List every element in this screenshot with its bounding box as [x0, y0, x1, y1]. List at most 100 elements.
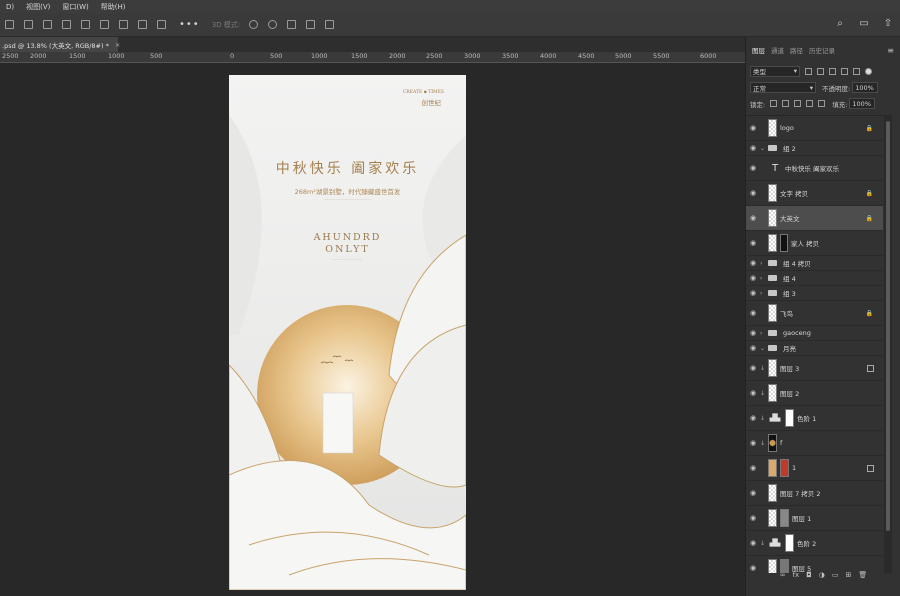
layer-row[interactable]: ◉ 图层 7 拷贝 2 [746, 481, 883, 506]
blend-mode-select[interactable]: 正常 ▾ [750, 82, 816, 93]
distribute-h-icon[interactable] [138, 20, 147, 29]
layers-scrollbar[interactable] [884, 115, 892, 573]
share-icon[interactable]: ⇧ [882, 18, 894, 30]
roll-3d-icon[interactable] [268, 20, 278, 29]
scrollbar-thumb[interactable] [886, 121, 890, 531]
chevron-down-icon[interactable]: ⌄ [760, 345, 768, 352]
layer-row[interactable]: ◉ 飞鸟 🔒 [746, 301, 883, 326]
group-row[interactable]: ◉ › 组 4 [746, 271, 883, 286]
link-icon[interactable]: ∞ [780, 571, 786, 579]
chevron-down-icon[interactable]: ⌄ [760, 145, 768, 152]
group-row[interactable]: ◉ ⌄ 月亮 [746, 341, 883, 356]
mask-icon[interactable]: ◘ [806, 571, 812, 579]
tab-history[interactable]: 历史记录 [809, 45, 835, 55]
fx-icon[interactable]: fx [793, 571, 800, 579]
orbit-3d-icon[interactable] [249, 20, 259, 29]
layer-row[interactable]: ◉ ↓ 图层 3 [746, 356, 883, 381]
eye-icon[interactable]: ◉ [746, 289, 760, 297]
align-right-icon[interactable] [43, 20, 52, 29]
menu-item-edit[interactable]: D) [6, 3, 14, 11]
poster-canvas[interactable]: CREATE ▪ TIMES 创世纪 中秋快乐 阖家欢乐 268m²湖景别墅，时… [229, 75, 466, 590]
menu-item-help[interactable]: 帮助(H) [101, 2, 126, 12]
layer-row[interactable]: ◉ T 中秋快乐 阖家欢乐 [746, 156, 883, 181]
tab-layers[interactable]: 图层 [752, 45, 765, 55]
layer-row[interactable]: ◉ 家人 拷贝 [746, 231, 883, 256]
eye-icon[interactable]: ◉ [746, 164, 760, 172]
tab-channels[interactable]: 通道 [771, 45, 784, 55]
eye-icon[interactable]: ◉ [746, 259, 760, 267]
scale-3d-icon[interactable] [325, 20, 335, 29]
layer-row[interactable]: ◉ 图层 1 [746, 506, 883, 531]
align-middle-icon[interactable] [81, 20, 90, 29]
layer-row-selected[interactable]: ◉ 大英文 🔒 [746, 206, 883, 231]
eye-icon[interactable]: ◉ [746, 329, 760, 337]
eye-icon[interactable]: ◉ [746, 274, 760, 282]
new-group-icon[interactable]: ▭ [832, 571, 839, 579]
filter-pixel-icon[interactable] [805, 67, 812, 75]
eye-icon[interactable]: ◉ [746, 364, 760, 372]
group-row[interactable]: ◉ › 组 4 拷贝 [746, 256, 883, 271]
align-left-icon[interactable] [5, 20, 14, 29]
eye-icon[interactable]: ◉ [746, 539, 760, 547]
chevron-right-icon[interactable]: › [760, 290, 768, 297]
lock-all-icon[interactable] [818, 100, 826, 107]
eye-icon[interactable]: ◉ [746, 439, 760, 447]
eye-icon[interactable]: ◉ [746, 414, 760, 422]
filter-toggle-icon[interactable] [865, 67, 872, 75]
layer-filter-select[interactable]: 类型 ▾ [750, 65, 800, 77]
layer-row[interactable]: ◉ ↓ ▟▙ 色阶 2 [746, 531, 883, 556]
layer-row[interactable]: ◉ ↓ 图层 2 [746, 381, 883, 406]
distribute-v-icon[interactable] [157, 20, 166, 29]
eye-icon[interactable]: ◉ [746, 189, 760, 197]
pan-3d-icon[interactable] [287, 20, 297, 29]
group-row[interactable]: ◉ ⌄ 组 2 [746, 141, 883, 156]
menu-item-window[interactable]: 窗口(W) [62, 2, 88, 12]
layer-row[interactable]: ◉ logo 🔒 [746, 116, 883, 141]
chevron-right-icon[interactable]: › [760, 260, 768, 267]
distribute-icon[interactable] [119, 20, 128, 29]
eye-icon[interactable]: ◉ [746, 489, 760, 497]
filter-adjust-icon[interactable] [817, 67, 824, 75]
lock-transparent-icon[interactable] [770, 100, 778, 107]
eye-icon[interactable]: ◉ [746, 344, 760, 352]
fill-field[interactable]: 100% [849, 98, 876, 109]
eye-icon[interactable]: ◉ [746, 389, 760, 397]
chevron-right-icon[interactable]: › [760, 275, 768, 282]
trash-icon[interactable]: 🗑 [858, 571, 867, 579]
eye-icon[interactable]: ◉ [746, 239, 760, 247]
workspace-icon[interactable]: ▭ [858, 18, 870, 30]
search-icon[interactable]: ⌕ [834, 18, 846, 30]
chevron-right-icon[interactable]: › [760, 330, 768, 337]
lock-move-icon[interactable] [794, 100, 802, 107]
align-bottom-icon[interactable] [100, 20, 109, 29]
lock-paint-icon[interactable] [782, 100, 790, 107]
more-options-icon[interactable]: ••• [179, 19, 200, 30]
align-top-icon[interactable] [62, 20, 71, 29]
filter-text-icon[interactable] [829, 67, 836, 75]
document-tab[interactable]: .psd @ 13.8% (大英文, RGB/8#) * × [0, 37, 120, 52]
layer-row[interactable]: ◉ ↓ f [746, 431, 883, 456]
tab-paths[interactable]: 路径 [790, 45, 803, 55]
layer-row[interactable]: ◉ 文字 拷贝 🔒 [746, 181, 883, 206]
panel-menu-icon[interactable]: ≡ [887, 46, 894, 55]
layer-row[interactable]: ◉ ↓ ▟▙ 色阶 1 [746, 406, 883, 431]
eye-icon[interactable]: ◉ [746, 124, 760, 132]
adjustment-icon[interactable]: ◑ [819, 571, 825, 579]
eye-icon[interactable]: ◉ [746, 144, 760, 152]
menu-item-view[interactable]: 视图(V) [26, 2, 50, 12]
filter-shape-icon[interactable] [841, 67, 848, 75]
group-row[interactable]: ◉ › 组 3 [746, 286, 883, 301]
layer-row[interactable]: ◉ 1 [746, 456, 883, 481]
new-layer-icon[interactable]: ⊞ [845, 571, 851, 579]
eye-icon[interactable]: ◉ [746, 214, 760, 222]
opacity-field[interactable]: 100% [852, 82, 879, 93]
eye-icon[interactable]: ◉ [746, 514, 760, 522]
eye-icon[interactable]: ◉ [746, 309, 760, 317]
close-icon[interactable]: × [115, 41, 120, 49]
group-row[interactable]: ◉ › gaoceng [746, 326, 883, 341]
lock-artboard-icon[interactable] [806, 100, 814, 107]
slide-3d-icon[interactable] [306, 20, 316, 29]
filter-smart-icon[interactable] [853, 67, 860, 75]
eye-icon[interactable]: ◉ [746, 464, 760, 472]
align-center-icon[interactable] [24, 20, 33, 29]
